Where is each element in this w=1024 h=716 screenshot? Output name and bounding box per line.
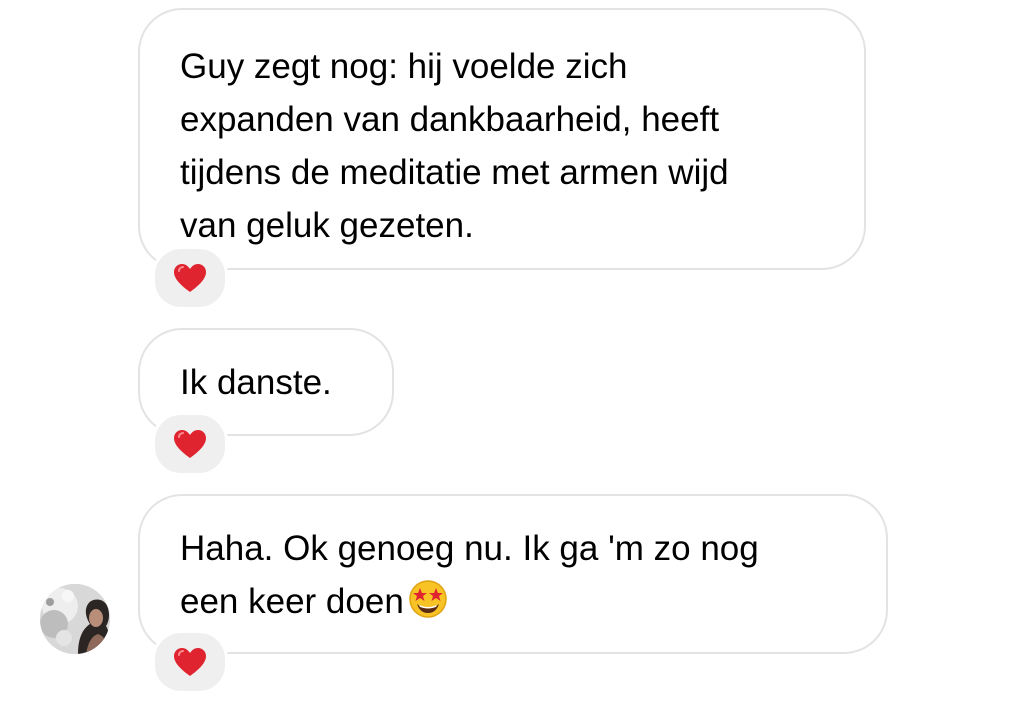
message-text: Guy zegt nog: hij voelde zich expanden v… <box>180 47 729 245</box>
star-struck-emoji-icon <box>408 579 448 634</box>
heart-icon <box>174 430 206 458</box>
heart-icon <box>174 648 206 676</box>
avatar[interactable] <box>40 584 110 654</box>
message-text: Ik danste. <box>180 363 332 402</box>
reaction-badge[interactable] <box>152 246 228 310</box>
reaction-badge[interactable] <box>152 412 228 476</box>
message-bubble-3[interactable]: Haha. Ok genoeg nu. Ik ga 'm zo nog een … <box>138 494 888 654</box>
profile-photo <box>40 584 110 654</box>
message-text-content: Haha. Ok genoeg nu. Ik ga 'm zo nog een … <box>180 529 759 621</box>
message-text: Haha. Ok genoeg nu. Ik ga 'm zo nog een … <box>180 522 848 634</box>
heart-icon <box>174 264 206 292</box>
reaction-badge[interactable] <box>152 630 228 694</box>
message-bubble-1[interactable]: Guy zegt nog: hij voelde zich expanden v… <box>138 8 866 270</box>
